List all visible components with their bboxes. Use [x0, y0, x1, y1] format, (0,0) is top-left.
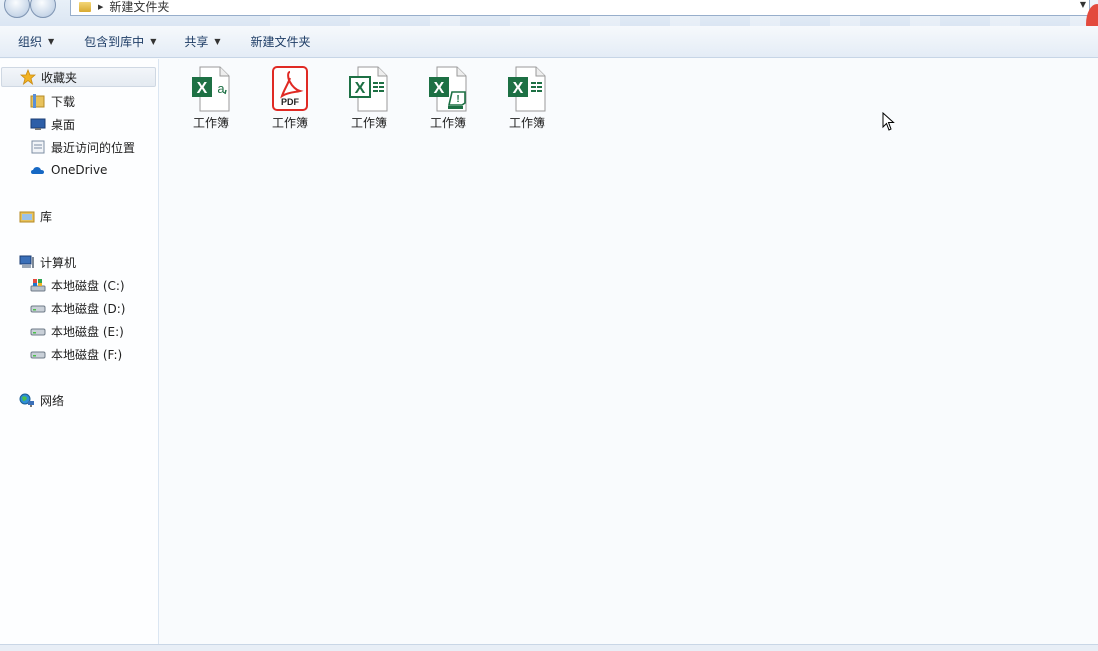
- onedrive-cloud-icon: [30, 162, 46, 178]
- sidebar-item-label: 收藏夹: [41, 70, 78, 85]
- address-bar[interactable]: ▶ 新建文件夹 ▼: [70, 0, 1090, 16]
- system-drive-icon: [30, 277, 46, 293]
- file-name: 工作簿: [350, 116, 387, 130]
- file-item[interactable]: X a 工作簿: [180, 66, 242, 136]
- sidebar-item-network[interactable]: 网络: [19, 390, 64, 410]
- library-icon: [19, 208, 35, 224]
- file-name: 工作簿: [192, 116, 229, 130]
- file-name: 工作簿: [429, 116, 466, 130]
- sidebar-item-drive-d[interactable]: 本地磁盘 (D:): [30, 298, 125, 318]
- sidebar-item-drive-c[interactable]: 本地磁盘 (C:): [30, 275, 125, 295]
- chevron-down-icon: ▼: [48, 37, 55, 46]
- sidebar-item-drive-e[interactable]: 本地磁盘 (E:): [30, 321, 124, 341]
- address-dropdown-icon[interactable]: ▼: [1080, 0, 1086, 9]
- pdf-icon: PDF: [270, 66, 310, 112]
- breadcrumb-arrow-icon: ▶: [98, 2, 104, 11]
- hard-drive-icon: [30, 300, 46, 316]
- status-bar: [0, 644, 1098, 651]
- file-item[interactable]: PDF 工作簿: [259, 66, 321, 136]
- sidebar-item-favorites[interactable]: 收藏夹: [1, 67, 156, 87]
- hard-drive-icon: [30, 323, 46, 339]
- file-name: 工作簿: [508, 116, 545, 130]
- sidebar-item-label: 桌面: [51, 117, 76, 132]
- file-item[interactable]: X ! 工作簿: [417, 66, 479, 136]
- mouse-pointer-icon: [882, 111, 896, 132]
- sidebar-item-label: 本地磁盘 (E:): [51, 324, 124, 339]
- share-button[interactable]: 共享 ▼: [175, 30, 229, 54]
- new-folder-button[interactable]: 新建文件夹: [242, 30, 320, 54]
- network-icon: [19, 392, 35, 408]
- sidebar-item-label: 最近访问的位置: [51, 140, 136, 155]
- sidebar-item-label: 计算机: [40, 255, 77, 270]
- excel-grid-icon: X: [349, 66, 389, 112]
- sidebar-item-label: 库: [40, 209, 53, 224]
- excel-xa-icon: X a: [191, 66, 231, 112]
- sidebar-item-label: 本地磁盘 (C:): [51, 278, 125, 293]
- file-item[interactable]: X 工作簿: [496, 66, 558, 136]
- title-address-area: ▶ 新建文件夹 ▼: [0, 0, 1098, 44]
- include-in-library-label: 包含到库中: [84, 35, 145, 49]
- folder-icon: [79, 1, 91, 12]
- svg-text:X: X: [513, 80, 524, 97]
- svg-text:X: X: [355, 80, 366, 97]
- sidebar-item-label: OneDrive: [51, 163, 108, 177]
- organize-label: 组织: [18, 35, 43, 49]
- svg-text:PDF: PDF: [281, 97, 300, 107]
- sidebar-item-onedrive[interactable]: OneDrive: [30, 160, 107, 180]
- breadcrumb-current[interactable]: 新建文件夹: [109, 0, 169, 15]
- file-list-view: X a 工作簿 PDF 工作簿 X 工作簿 X ! 工作簿 X 工作簿: [160, 59, 1098, 644]
- forward-button[interactable]: [30, 0, 56, 18]
- sidebar-item-recent-places[interactable]: 最近访问的位置: [30, 137, 135, 157]
- sidebar-item-desktop[interactable]: 桌面: [30, 114, 75, 134]
- file-item[interactable]: X 工作簿: [338, 66, 400, 136]
- share-label: 共享: [184, 35, 209, 49]
- new-folder-label: 新建文件夹: [250, 35, 311, 49]
- sidebar-item-label: 下载: [51, 94, 76, 109]
- svg-text:X: X: [434, 80, 445, 97]
- chevron-down-icon: ▼: [150, 37, 157, 46]
- recent-places-icon: [30, 139, 46, 155]
- back-button[interactable]: [4, 0, 30, 18]
- chevron-down-icon: ▼: [214, 37, 221, 46]
- sidebar-item-computer[interactable]: 计算机: [19, 252, 76, 272]
- sidebar-item-label: 网络: [40, 393, 65, 408]
- excel-macro-icon: X !: [428, 66, 468, 112]
- include-in-library-button[interactable]: 包含到库中 ▼: [75, 30, 165, 54]
- svg-text:a: a: [217, 81, 225, 96]
- sidebar-item-downloads[interactable]: 下载: [30, 91, 75, 111]
- sidebar-item-drive-f[interactable]: 本地磁盘 (F:): [30, 344, 122, 364]
- command-bar: 组织 ▼ 包含到库中 ▼ 共享 ▼ 新建文件夹: [0, 26, 1098, 58]
- download-folder-icon: [30, 93, 46, 109]
- sidebar-item-label: 本地磁盘 (F:): [51, 347, 123, 362]
- svg-text:!: !: [456, 94, 459, 105]
- sidebar-item-label: 本地磁盘 (D:): [51, 301, 126, 316]
- sidebar-item-libraries[interactable]: 库: [19, 206, 52, 226]
- navigation-pane: 收藏夹 下载 桌面 最近访问的位置 OneDrive 库 计算机 本地磁盘 (C…: [0, 59, 159, 644]
- file-name: 工作簿: [271, 116, 308, 130]
- excel-workbook-icon: X: [507, 66, 547, 112]
- organize-button[interactable]: 组织 ▼: [9, 30, 63, 54]
- computer-icon: [19, 254, 35, 270]
- svg-text:X: X: [197, 80, 208, 97]
- hard-drive-icon: [30, 346, 46, 362]
- desktop-icon: [30, 116, 46, 132]
- star-icon: [20, 69, 36, 85]
